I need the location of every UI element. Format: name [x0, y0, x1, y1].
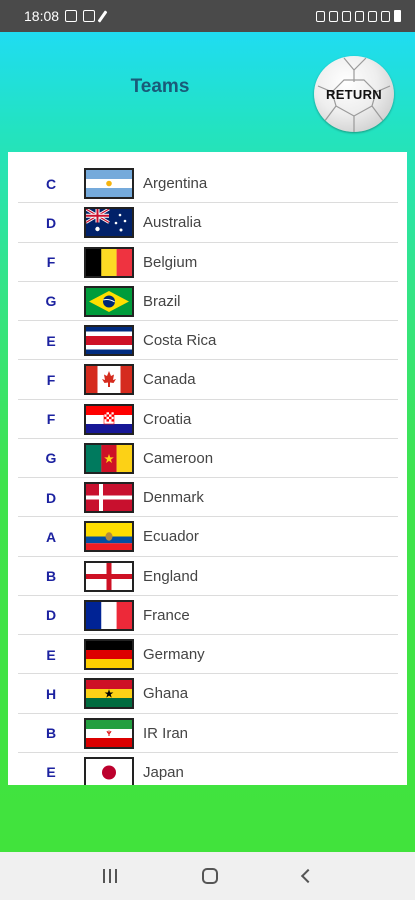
group-letter: B: [45, 725, 57, 742]
calendar-icon: [83, 10, 96, 22]
costa-rica-flag-icon: [84, 325, 134, 357]
team-name: Brazil: [143, 292, 181, 310]
team-name: Germany: [143, 646, 205, 664]
team-row-japan[interactable]: E Japan: [18, 753, 398, 785]
ghana-flag-icon: [84, 678, 134, 710]
team-row-canada[interactable]: F Canada: [18, 360, 398, 400]
pen-icon: [97, 9, 108, 23]
group-letter: G: [45, 293, 57, 310]
brazil-flag-icon: [84, 285, 134, 317]
canada-flag-icon: [84, 364, 134, 396]
group-letter: D: [45, 489, 57, 506]
germany-flag-icon: [84, 639, 134, 671]
team-name: England: [143, 567, 199, 585]
recents-icon[interactable]: [102, 869, 117, 883]
team-row-belgium[interactable]: F Belgium: [18, 243, 398, 282]
group-letter: G: [45, 450, 57, 467]
app-screen: Teams RETURN C Argentina D Australia F B…: [0, 32, 415, 852]
group-letter: A: [45, 528, 57, 545]
team-row-argentina[interactable]: C Argentina: [18, 164, 398, 204]
teams-list: C Argentina D Australia F Belgium G Braz…: [8, 152, 407, 785]
group-letter: E: [46, 646, 56, 663]
group-letter: F: [46, 254, 56, 271]
group-letter: C: [45, 175, 57, 192]
status-bar: 18:08: [0, 0, 415, 32]
cameroon-flag-icon: [84, 442, 134, 474]
home-icon[interactable]: [201, 868, 218, 884]
mute-icon: [342, 10, 351, 22]
return-button[interactable]: RETURN: [314, 56, 394, 132]
france-flag-icon: [84, 599, 134, 631]
denmark-flag-icon: [84, 482, 134, 514]
australia-flag-icon: [84, 207, 134, 239]
team-name: Belgium: [143, 253, 198, 271]
battery-icon: [394, 10, 401, 22]
team-name: Australia: [143, 214, 202, 232]
team-name: Ecuador: [143, 528, 199, 546]
group-letter: D: [45, 214, 57, 231]
iran-flag-icon: [84, 717, 134, 749]
team-row-iran[interactable]: B IR Iran: [18, 714, 398, 753]
team-row-australia[interactable]: D Australia: [18, 203, 398, 243]
team-row-croatia[interactable]: F Croatia: [18, 400, 398, 439]
signal-icon: [381, 10, 390, 22]
team-row-germany[interactable]: E Germany: [18, 635, 398, 675]
team-row-cameroon[interactable]: G Cameroon: [18, 439, 398, 478]
team-name: IR Iran: [143, 724, 189, 742]
team-name: Ghana: [143, 685, 189, 703]
belgium-flag-icon: [84, 246, 134, 278]
page-title: Teams: [130, 76, 190, 97]
group-letter: H: [45, 685, 57, 702]
team-name: Costa Rica: [143, 332, 217, 350]
team-name: Cameroon: [143, 449, 214, 467]
team-row-denmark[interactable]: D Denmark: [18, 478, 398, 518]
group-letter: B: [45, 568, 57, 585]
team-row-costa-rica[interactable]: E Costa Rica: [18, 321, 398, 361]
japan-flag-icon: [84, 756, 134, 785]
team-name: Croatia: [143, 410, 192, 428]
group-letter: E: [46, 332, 56, 349]
england-flag-icon: [84, 560, 134, 592]
group-letter: D: [45, 607, 57, 624]
navigation-bar: [0, 852, 415, 900]
alarm-icon: [316, 10, 325, 22]
wifi-icon: [355, 10, 364, 22]
return-label: RETURN: [326, 86, 382, 102]
team-row-ghana[interactable]: H Ghana: [18, 674, 398, 714]
back-icon[interactable]: [300, 868, 315, 884]
group-letter: F: [46, 371, 56, 388]
team-row-ecuador[interactable]: A Ecuador: [18, 517, 398, 557]
croatia-flag-icon: [84, 403, 134, 435]
group-letter: F: [46, 411, 56, 428]
argentina-flag-icon: [84, 168, 134, 200]
team-name: Denmark: [143, 489, 204, 507]
team-row-france[interactable]: D France: [18, 596, 398, 635]
team-name: Argentina: [143, 175, 208, 193]
team-name: Japan: [143, 763, 184, 781]
team-name: Canada: [143, 371, 196, 389]
team-name: France: [143, 606, 190, 624]
clock-icon: [329, 10, 338, 22]
status-time: 18:08: [24, 8, 60, 24]
team-row-brazil[interactable]: G Brazil: [18, 282, 398, 321]
gallery-icon: [65, 10, 78, 22]
data-icon: [368, 10, 377, 22]
ecuador-flag-icon: [84, 521, 134, 553]
team-row-england[interactable]: B England: [18, 557, 398, 596]
group-letter: E: [46, 764, 56, 781]
